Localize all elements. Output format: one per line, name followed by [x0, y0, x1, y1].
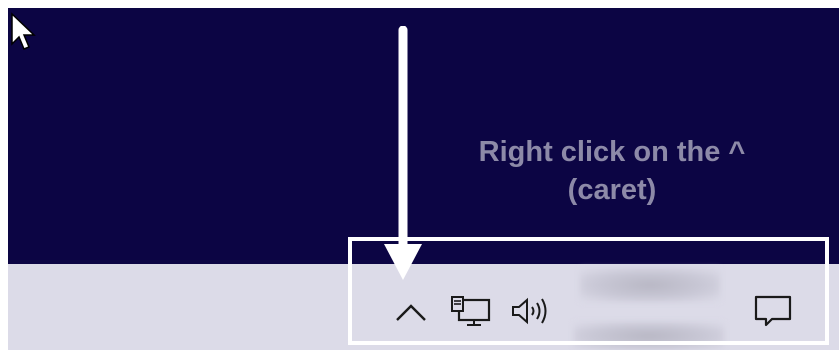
mouse-pointer-icon	[11, 12, 36, 50]
annotation-line-1: Right click on the ^	[478, 136, 746, 168]
annotation-text: Right click on the ^ (caret)	[432, 133, 792, 209]
screenshot: Right click on the ^ (caret)	[0, 0, 839, 350]
tray-highlight-box	[348, 237, 829, 345]
annotation-line-2: (caret)	[567, 174, 657, 206]
